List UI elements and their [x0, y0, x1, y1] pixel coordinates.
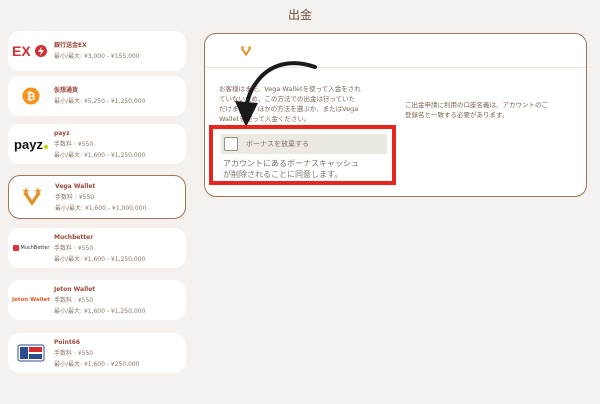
- method-fee: 手数料 : ¥550: [54, 140, 94, 148]
- method-point66[interactable]: Point66 手数料 : ¥550 最小/最大: ¥1,600 - ¥250,…: [8, 333, 186, 373]
- method-crypto[interactable]: ₿ 仮想通貨 最小/最大: ¥5,250 - ¥1,250,000: [8, 76, 186, 116]
- bonus-removal-consent-text: アカウントにあるボーナスキャッシュ が削除されることに同意します。: [223, 158, 391, 180]
- method-fee: 手数料 : ¥550: [54, 296, 94, 304]
- bonus-waiver-label: ボーナスを放棄する: [246, 140, 309, 148]
- method-vega-wallet[interactable]: Vega Wallet 手数料 : ¥550 最小/最大: ¥1,600 - ¥…: [8, 175, 186, 219]
- curved-arrow-icon: [235, 61, 317, 127]
- method-name: 仮想通貨: [54, 87, 79, 94]
- vega-wallet-logo: [9, 186, 55, 208]
- method-limit: 最小/最大: ¥3,000 - ¥155,000: [54, 53, 140, 60]
- point66-logo: [8, 343, 54, 363]
- method-name: 銀行送金EX: [54, 42, 87, 49]
- method-muchbetter[interactable]: MuchBetter Muchbetter 手数料 : ¥550 最小/最大: …: [8, 228, 186, 268]
- method-limit: 最小/最大: ¥1,600 - ¥1,000,000: [55, 204, 147, 212]
- method-limit: 最小/最大: ¥5,250 - ¥1,250,000: [54, 98, 146, 105]
- method-limit: 最小/最大: ¥1,600 - ¥250,000: [54, 360, 140, 368]
- payz-logo-text: payz: [14, 136, 43, 152]
- method-bank-ex[interactable]: EX 銀行送金EX 最小/最大: ¥3,000 - ¥155,000: [8, 31, 186, 71]
- account-name-info: ご出金申請に利用の口座名義は、アカウントのご 登録名と一致する必要があります。: [405, 100, 575, 120]
- method-limit: 最小/最大: ¥1,600 - ¥1,250,000: [54, 255, 146, 263]
- bonus-waiver-checkbox[interactable]: [224, 137, 238, 151]
- consent-line: が削除されることに同意します。: [223, 170, 343, 179]
- bonus-waiver-highlight: ボーナスを放棄する アカウントにあるボーナスキャッシュ が削除されることに同意し…: [209, 125, 396, 185]
- bank-ex-logo-text: EX: [12, 43, 31, 59]
- method-name: Point66: [54, 338, 81, 346]
- payz-logo: payz: [8, 137, 54, 152]
- jeton-logo-text: Jeton Wallet: [12, 297, 50, 303]
- info-line: ご出金申請に利用の口座名義は、アカウントのご: [405, 101, 548, 109]
- method-fee: 手数料 : ¥550: [55, 193, 95, 201]
- method-limit: 最小/最大: ¥1,600 - ¥1,250,000: [54, 151, 146, 159]
- bonus-waiver-row[interactable]: ボーナスを放棄する: [221, 134, 387, 154]
- method-fee: 手数料 : ¥550: [54, 244, 94, 252]
- svg-text:₿: ₿: [27, 90, 36, 103]
- bitcoin-icon: ₿: [8, 87, 54, 105]
- method-name: payz: [54, 129, 70, 137]
- bank-ex-logo: EX: [8, 42, 54, 60]
- consent-line: アカウントにあるボーナスキャッシュ: [223, 159, 359, 168]
- method-payz[interactable]: payz payz 手数料 : ¥550 最小/最大: ¥1,600 - ¥1,…: [8, 124, 186, 164]
- method-name: Muchbetter: [54, 233, 94, 241]
- method-limit: 最小/最大: ¥1,600 - ¥1,250,000: [54, 307, 146, 315]
- method-name: Jeton Wallet: [54, 285, 96, 293]
- page-title: 出金: [287, 8, 312, 22]
- method-jeton-wallet[interactable]: Jeton Wallet Jeton Wallet 手数料 : ¥550 最小/…: [8, 280, 186, 320]
- muchbetter-logo-text: MuchBetter: [20, 245, 50, 251]
- muchbetter-logo: MuchBetter: [8, 245, 54, 251]
- method-name: Vega Wallet: [55, 182, 96, 190]
- method-fee: 手数料 : ¥550: [54, 349, 94, 357]
- jeton-logo: Jeton Wallet: [8, 297, 54, 303]
- info-line: 登録名と一致する必要があります。: [405, 111, 509, 119]
